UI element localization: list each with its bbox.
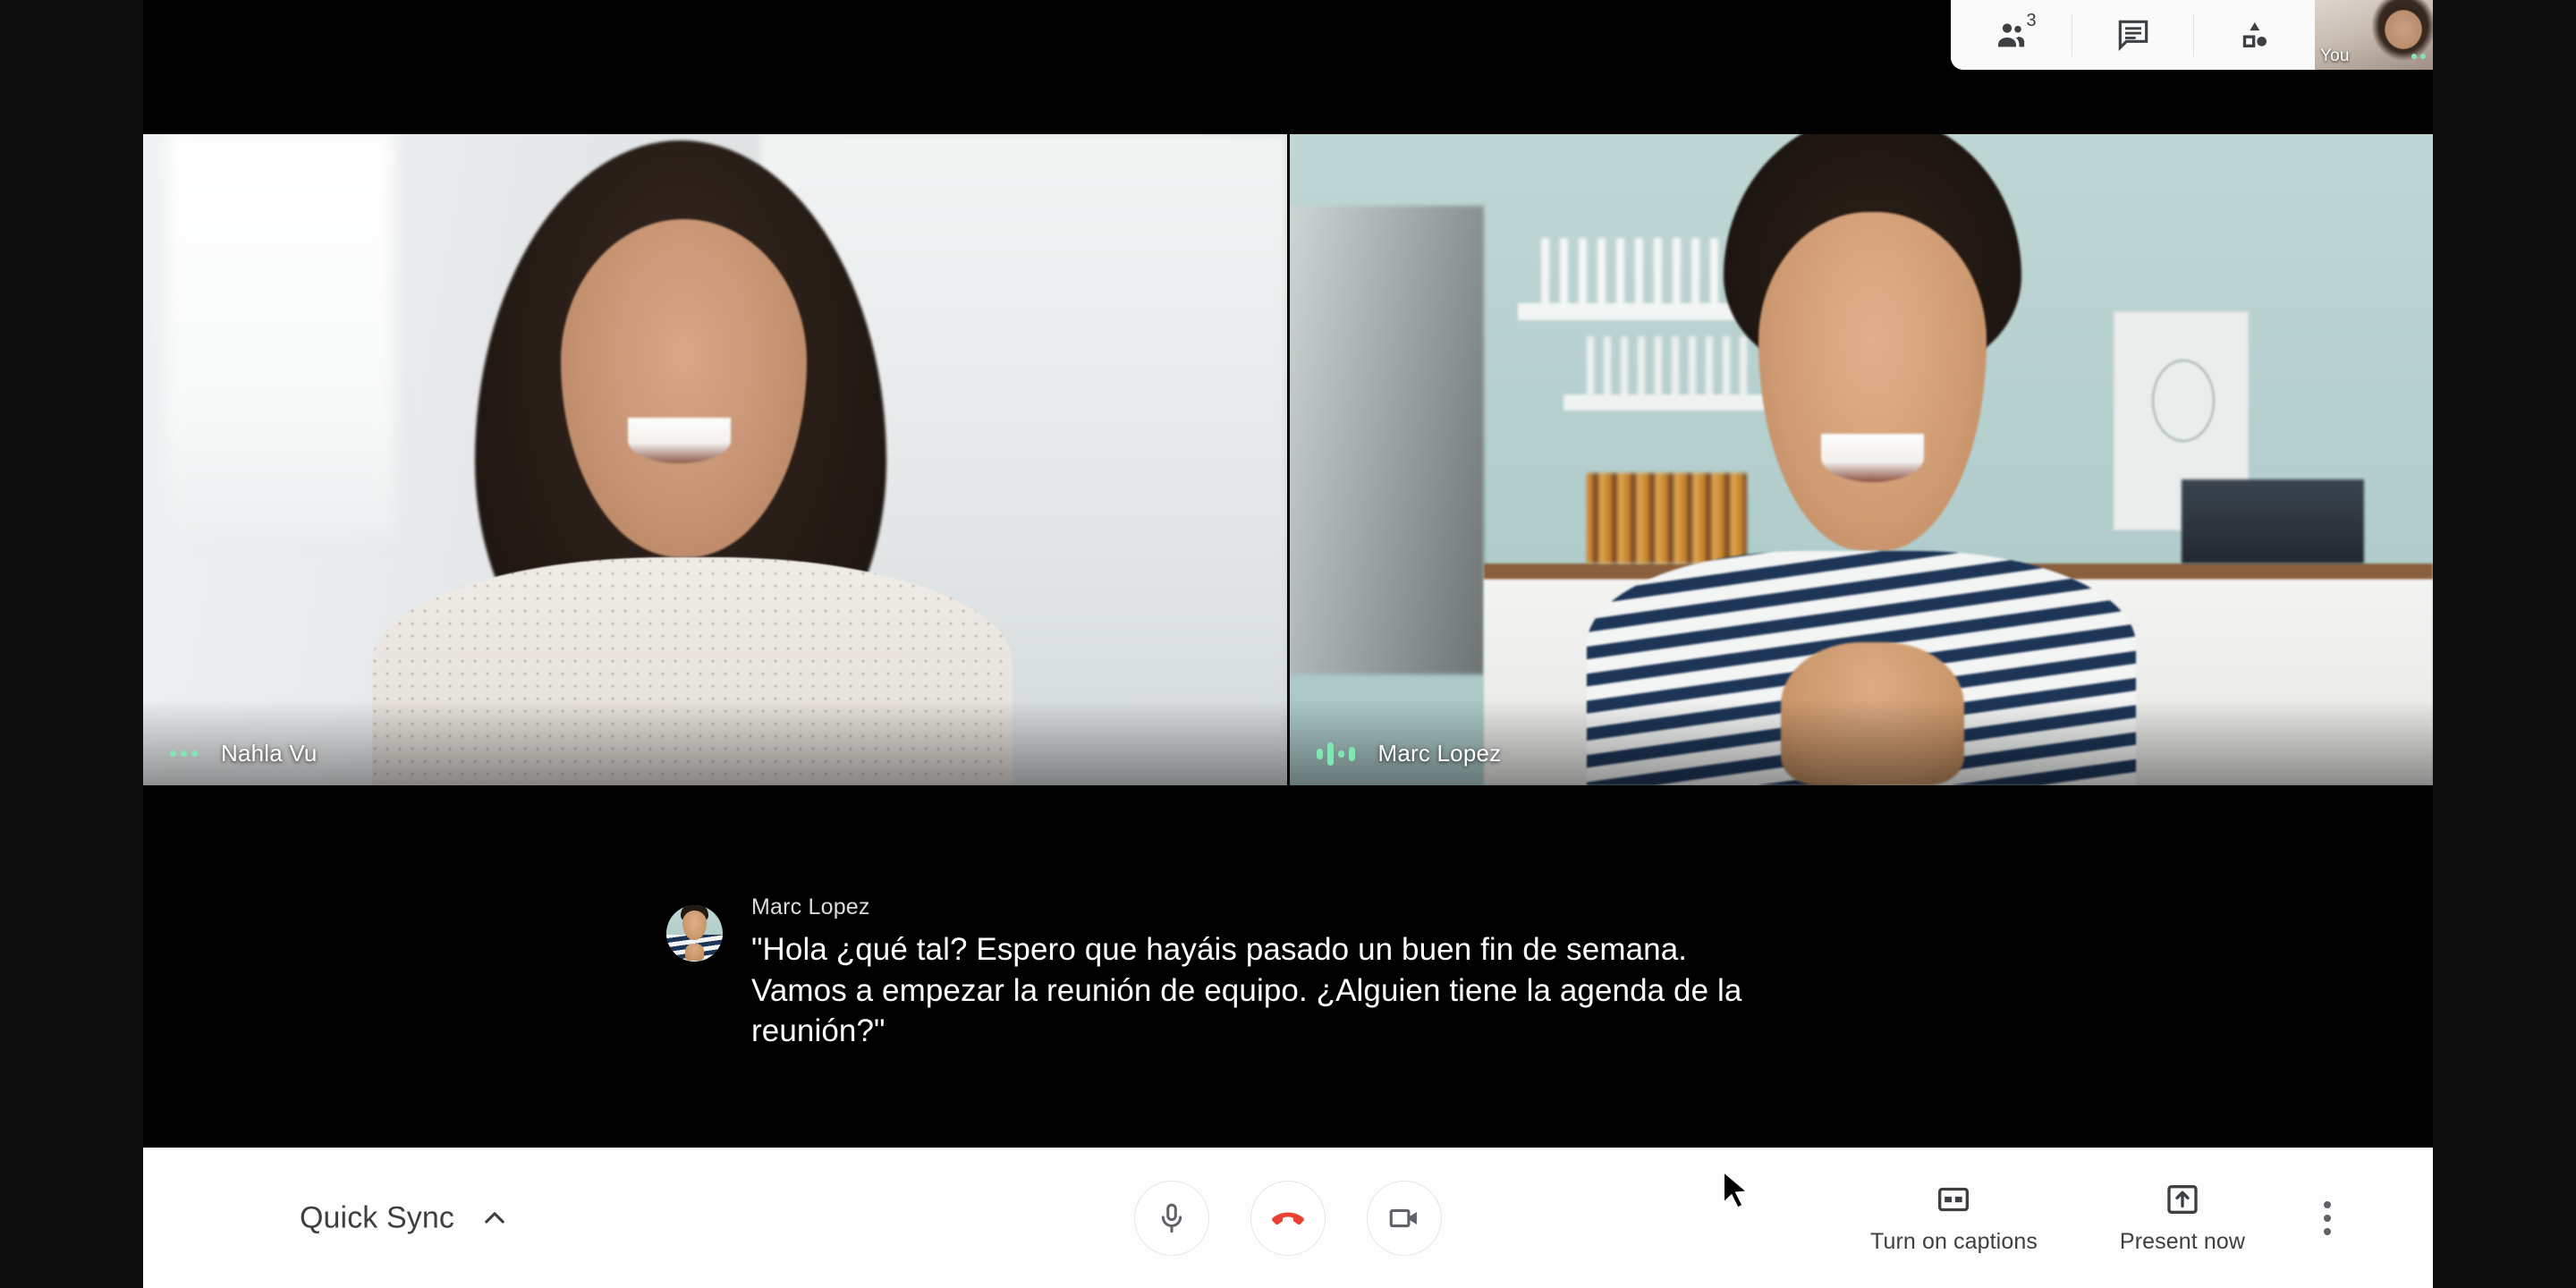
participant-video-feed	[143, 134, 1287, 785]
video-tile-grid: Nahla Vu Marc Lopez	[143, 134, 2433, 785]
present-screen-icon	[2167, 1184, 2198, 1214]
video-camera-icon	[1389, 1208, 1417, 1227]
mic-level-idle-icon	[170, 750, 198, 757]
caption-text-column: Marc Lopez "Hola ¿qué tal? Espero que ha…	[751, 894, 1932, 1052]
closed-captions-icon	[1938, 1187, 1970, 1211]
self-view-background	[2315, 19, 2355, 25]
captions-button[interactable]: Turn on captions	[1829, 1182, 2079, 1255]
mic-level-active-icon	[1316, 741, 1355, 767]
participant-name: Marc Lopez	[1377, 740, 1502, 767]
tile-label: Marc Lopez	[1316, 740, 1502, 767]
caption-speaker-name: Marc Lopez	[751, 894, 870, 919]
tile-label: Nahla Vu	[170, 740, 318, 767]
present-now-label: Present now	[2119, 1228, 2245, 1254]
chat-button[interactable]	[2072, 0, 2193, 70]
self-view-mic-level-icon	[2411, 54, 2426, 59]
microphone-icon	[1161, 1203, 1182, 1233]
more-options-button[interactable]	[2286, 1177, 2368, 1259]
caption-block: Marc Lopez "Hola ¿qué tal? Espero que ha…	[666, 894, 1932, 1052]
meeting-title: Quick Sync	[300, 1200, 454, 1234]
right-toolbar-controls: Turn on captions Present now	[1829, 1177, 2433, 1259]
video-tile-marc-lopez[interactable]: Marc Lopez	[1289, 134, 2433, 785]
people-count-badge: 3	[2026, 11, 2037, 30]
people-icon	[1997, 23, 2024, 47]
video-tile-nahla-vu[interactable]: Nahla Vu	[143, 134, 1287, 785]
self-view-label: You	[2320, 47, 2350, 65]
caption-line: Vamos a empezar la reunión de equipo. ¿A…	[751, 972, 1742, 1008]
hangup-button[interactable]	[1250, 1180, 1326, 1256]
top-right-control-panel: 3 You	[1951, 0, 2433, 70]
participant-video-feed	[1289, 134, 2433, 785]
meet-app-frame: 3 You Nahla Vu Marc Lopez Marc Lopez "Ho…	[143, 0, 2433, 1288]
people-button[interactable]: 3	[1951, 0, 2072, 70]
chat-icon	[2118, 20, 2148, 52]
screen: 3 You Nahla Vu Marc Lopez Marc Lopez "Ho…	[0, 0, 2576, 1288]
present-now-button[interactable]: Present now	[2079, 1182, 2286, 1255]
more-vertical-icon	[2324, 1200, 2331, 1208]
activities-button[interactable]	[2194, 0, 2315, 70]
caption-line: "Hola ¿qué tal? Espero que hayáis pasado…	[751, 932, 1688, 967]
caption-line: reunión?"	[751, 1013, 886, 1048]
activities-icon	[2242, 22, 2267, 48]
captions-label: Turn on captions	[1870, 1228, 2038, 1254]
self-view-face	[2354, 0, 2433, 70]
hangup-phone-icon	[1272, 1212, 1304, 1224]
microphone-button[interactable]	[1134, 1180, 1209, 1256]
captions-area: Marc Lopez "Hola ¿qué tal? Espero que ha…	[143, 785, 2433, 1148]
self-view-thumbnail[interactable]: You	[2315, 0, 2433, 70]
call-controls	[1134, 1180, 1442, 1256]
chevron-up-icon	[485, 1212, 504, 1224]
bottom-toolbar: Quick Sync Turn on captions Present now	[143, 1148, 2433, 1288]
camera-button[interactable]	[1367, 1180, 1442, 1256]
caption-speaker-avatar	[666, 905, 723, 962]
participant-name: Nahla Vu	[221, 740, 318, 767]
meeting-name-button[interactable]: Quick Sync	[300, 1200, 510, 1235]
